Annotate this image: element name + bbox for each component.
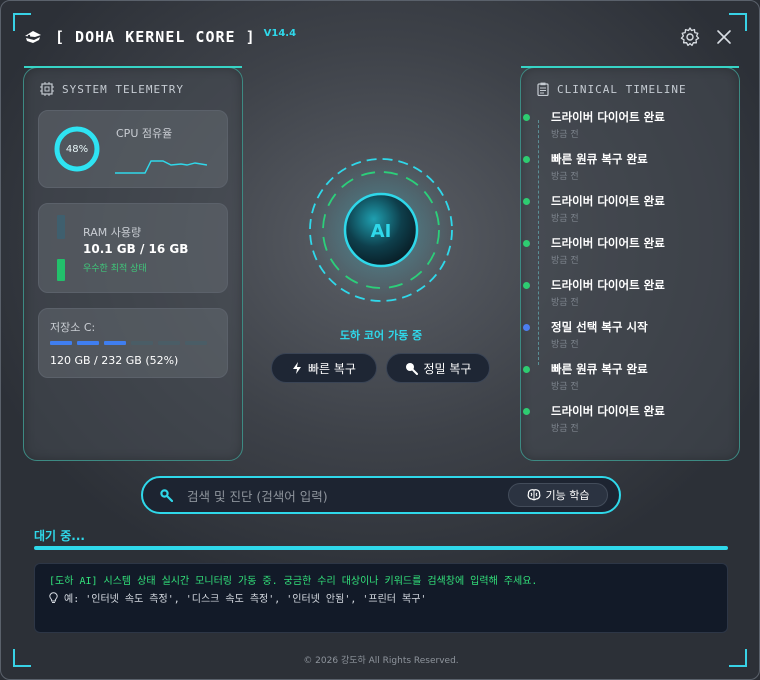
timeline-title: CLINICAL TIMELINE: [557, 82, 687, 96]
progress-bar: [34, 546, 728, 550]
timeline-dot: [523, 408, 530, 415]
console-line-ai: [도하 AI] 시스템 상태 실시간 모니터링 가동 중. 궁금한 수리 대상이…: [49, 576, 538, 587]
ram-card: RAM 사용량 10.1 GB / 16 GB 우수한 최적 상태: [38, 203, 228, 293]
timeline-item-title: 빠른 원큐 복구 완료: [551, 362, 648, 376]
chip-icon: [40, 82, 54, 96]
timeline-item-time: 방금 전: [551, 256, 579, 266]
lightning-icon: [293, 362, 301, 374]
cpu-percent: 48%: [65, 143, 89, 155]
timeline-dot: [523, 324, 530, 331]
timeline-item-title: 드라이버 다이어트 완료: [551, 404, 665, 418]
disk-seg-used: [50, 341, 72, 345]
ram-label: RAM 사용량: [83, 226, 142, 239]
timeline-item: 드라이버 다이어트 완료방금 전: [523, 109, 665, 140]
search-input[interactable]: [185, 484, 489, 508]
timeline-header: CLINICAL TIMELINE: [537, 82, 687, 96]
timeline-item-time: 방금 전: [551, 214, 579, 224]
panel-accent-line: [521, 66, 739, 68]
disk-seg-used: [104, 341, 126, 345]
quick-repair-button[interactable]: 빠른 복구: [271, 353, 377, 383]
telemetry-panel: SYSTEM TELEMETRY 48% CPU 점유율 RAM 사용량 10.…: [23, 66, 243, 461]
timeline-item-time: 방금 전: [551, 130, 579, 140]
disk-value: 120 GB / 232 GB (52%): [50, 354, 179, 367]
disk-usage-bar: [50, 341, 207, 345]
console-output: [도하 AI] 시스템 상태 실시간 모니터링 가동 중. 궁금한 수리 대상이…: [34, 563, 728, 633]
panel-accent-line: [24, 66, 242, 68]
timeline-item: 드라이버 다이어트 완료방금 전: [523, 193, 665, 224]
logo-icon: [25, 31, 41, 43]
cpu-label: CPU 점유율: [116, 127, 173, 140]
ram-value: 10.1 GB / 16 GB: [83, 242, 189, 256]
timeline-item-title: 빠른 원큐 복구 완료: [551, 152, 648, 166]
magnifier-icon: [405, 362, 418, 375]
timeline-item: 빠른 원큐 복구 완료방금 전: [523, 151, 648, 182]
timeline-dot: [523, 114, 530, 121]
ai-core[interactable]: AI: [305, 154, 457, 306]
feature-learn-label: 기능 학습: [545, 489, 590, 502]
timeline-item: 드라이버 다이어트 완료방금 전: [523, 235, 665, 266]
ram-bar-fill: [57, 259, 65, 281]
ram-bar-track: [57, 215, 65, 239]
close-icon[interactable]: [715, 28, 733, 46]
ram-status: 우수한 최적 상태: [83, 264, 147, 274]
timeline-item-time: 방금 전: [551, 382, 579, 392]
telemetry-title: SYSTEM TELEMETRY: [62, 82, 184, 96]
timeline-dot: [523, 198, 530, 205]
disk-seg-free: [158, 341, 180, 345]
timeline-item: 드라이버 다이어트 완료방금 전: [523, 277, 665, 308]
progress-fill: [34, 546, 728, 550]
timeline-item: 정밀 선택 복구 시작방금 전: [523, 319, 648, 350]
timeline-item-title: 드라이버 다이어트 완료: [551, 110, 665, 124]
timeline-dot: [523, 366, 530, 373]
timeline-item-time: 방금 전: [551, 298, 579, 308]
core-status: 도하 코어 가동 중: [339, 329, 423, 342]
timeline-item-time: 방금 전: [551, 340, 579, 350]
telemetry-header: SYSTEM TELEMETRY: [40, 82, 184, 96]
timeline-panel: CLINICAL TIMELINE 드라이버 다이어트 완료 방금 전 빠른 원큐 …: [520, 66, 740, 461]
precise-repair-label: 정밀 복구: [423, 361, 472, 376]
footer-copyright: © 2026 강도하 All Rights Reserved.: [303, 656, 459, 666]
timeline-item-title: 드라이버 다이어트 완료: [551, 194, 665, 208]
disk-card: 저장소 C: 120 GB / 232 GB (52%): [38, 308, 228, 378]
version-badge: V14.4: [263, 27, 297, 39]
console-example-text: 예: '인터넷 속도 측정', '디스크 속도 측정', '인터넷 안됨', '…: [64, 594, 427, 605]
console-line-example: 예: '인터넷 속도 측정', '디스크 속도 측정', '인터넷 안됨', '…: [49, 590, 713, 605]
disk-seg-free: [185, 341, 207, 345]
timeline-item-time: 방금 전: [551, 424, 579, 434]
quick-repair-label: 빠른 복구: [308, 361, 356, 376]
search-icon: [160, 489, 173, 502]
timeline-dot: [523, 282, 530, 289]
title-bar: [ DOHA KERNEL CORE ] V14.4: [23, 25, 296, 49]
app-title: [ DOHA KERNEL CORE ]: [55, 28, 256, 46]
precise-repair-button[interactable]: 정밀 복구: [386, 353, 490, 383]
search-bar: 기능 학습: [141, 476, 621, 514]
core-label: AI: [371, 221, 392, 242]
app-window: [ DOHA KERNEL CORE ] V14.4 SYSTEM TELEME…: [0, 0, 760, 680]
timeline-dot: [523, 240, 530, 247]
timeline-rail: [538, 120, 539, 365]
timeline-item-time: 방금 전: [551, 172, 579, 182]
status-text: 대기 중...: [34, 529, 85, 543]
timeline-item: 드라이버 다이어트 완료방금 전: [523, 403, 665, 434]
disk-seg-free: [131, 341, 153, 345]
disk-seg-used: [77, 341, 99, 345]
timeline-item: 빠른 원큐 복구 완료방금 전: [523, 361, 648, 392]
gear-icon[interactable]: [679, 26, 701, 48]
cpu-card: 48% CPU 점유율: [38, 110, 228, 188]
disk-label: 저장소 C:: [50, 321, 96, 334]
clipboard-icon: [537, 82, 549, 96]
timeline-item-title: 정밀 선택 복구 시작: [551, 320, 648, 334]
brain-icon: [527, 489, 540, 501]
timeline-item-title: 드라이버 다이어트 완료: [551, 236, 665, 250]
feature-learn-button[interactable]: 기능 학습: [508, 483, 608, 507]
lightbulb-icon: [49, 591, 58, 603]
timeline-item-title: 드라이버 다이어트 완료: [551, 278, 665, 292]
cpu-sparkline: [115, 160, 207, 174]
timeline-dot: [523, 156, 530, 163]
